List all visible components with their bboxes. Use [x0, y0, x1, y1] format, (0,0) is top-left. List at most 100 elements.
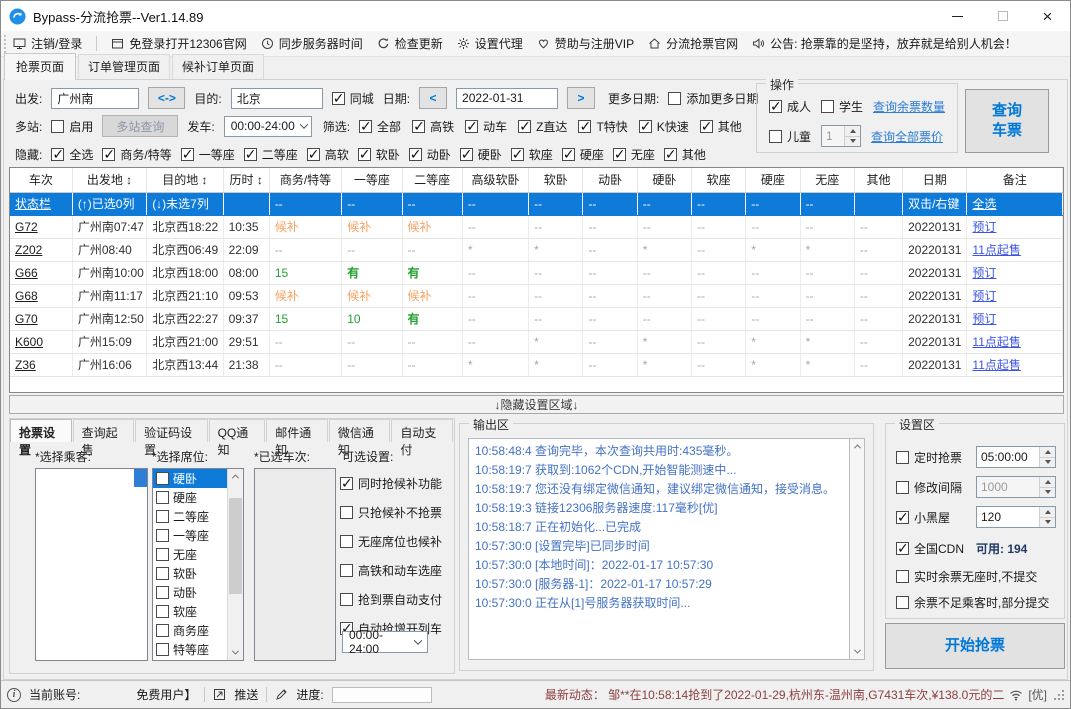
- passenger-list-scrollbar[interactable]: [134, 469, 147, 487]
- seat-option[interactable]: 硬卧: [153, 469, 227, 488]
- column-header[interactable]: 二等座: [402, 168, 463, 193]
- query-tickets-button[interactable]: 查询 车票: [965, 89, 1049, 153]
- scroll-down-arrow[interactable]: [228, 645, 243, 660]
- booking-link[interactable]: 11点起售: [966, 330, 1063, 354]
- interval-checkbox[interactable]: 修改间隔: [896, 479, 962, 496]
- scroll-up-arrow[interactable]: [228, 469, 243, 484]
- timed-grab-checkbox[interactable]: 定时抢票: [896, 449, 962, 466]
- status-row[interactable]: 状态栏 (↑)已选0列 (↓)未选7列 -- -- -- -- -- -- -- -- -- -- 双击/…: [10, 192, 1063, 216]
- column-header[interactable]: 出发地 ↕: [72, 168, 148, 193]
- multi-enable-checkbox[interactable]: 启用: [51, 118, 93, 135]
- train-type-checkbox[interactable]: T特快: [578, 118, 628, 135]
- column-header[interactable]: 无座: [800, 168, 855, 193]
- seat-option[interactable]: 硬座: [153, 488, 227, 507]
- date-next-button[interactable]: >: [567, 87, 596, 109]
- train-row[interactable]: Z202 广州08:40 北京西06:49 22:09 -- -- -- * * -- * -- * * -…: [10, 238, 1063, 262]
- close-button[interactable]: ×: [1025, 1, 1070, 31]
- column-header[interactable]: 备注: [966, 168, 1063, 193]
- hide-column-checkbox[interactable]: 一等座: [180, 146, 235, 163]
- spinner-buttons[interactable]: [1039, 447, 1055, 467]
- passenger-list[interactable]: [35, 468, 148, 661]
- train-number-link[interactable]: Z36: [10, 353, 73, 377]
- train-row[interactable]: G68 广州南11:17 北京西21:10 09:53 候补 候补 候补 -- -- -- -- --…: [10, 284, 1063, 308]
- page-tab[interactable]: 抢票页面: [4, 53, 77, 80]
- hide-column-checkbox[interactable]: 商务/特等: [102, 146, 172, 163]
- seat-option[interactable]: 一等座: [153, 526, 227, 545]
- booking-link[interactable]: 预订: [966, 215, 1063, 239]
- booking-link[interactable]: 预订: [966, 284, 1063, 308]
- seat-option[interactable]: 无座: [153, 545, 227, 564]
- scroll-thumb[interactable]: [229, 498, 242, 594]
- settings-tab[interactable]: QQ通知: [208, 419, 266, 457]
- grab-option-checkbox[interactable]: 抢到票自动支付: [340, 591, 452, 608]
- interval-spinner[interactable]: 1000: [976, 476, 1056, 498]
- column-header[interactable]: 目的地 ↕: [146, 168, 224, 193]
- spinner-buttons[interactable]: [1039, 477, 1055, 497]
- seat-list[interactable]: 硬卧 硬座 二等座 一等座 无座 软卧 动卧 软座 商务座 特等座: [152, 468, 244, 661]
- train-row[interactable]: Z36 广州16:06 北京西13:44 21:38 -- -- -- * * -- * -- * * --…: [10, 353, 1063, 377]
- child-count-spinner[interactable]: 1: [821, 125, 862, 147]
- train-number-link[interactable]: G66: [10, 261, 73, 285]
- toolbar-item[interactable]: 注销/登录: [13, 35, 82, 52]
- settings-tab[interactable]: 自动支付: [391, 419, 453, 457]
- hide-column-checkbox[interactable]: 硬座: [561, 146, 604, 163]
- dest-input[interactable]: 北京: [230, 87, 323, 109]
- same-city-checkbox[interactable]: 同城: [331, 90, 374, 107]
- toolbar-item[interactable]: 同步服务器时间: [261, 35, 363, 52]
- column-header[interactable]: 商务/特等: [269, 168, 343, 193]
- hide-column-checkbox[interactable]: 二等座: [243, 146, 298, 163]
- settings-tab[interactable]: 邮件通知: [266, 419, 328, 457]
- train-row[interactable]: G72 广州南07:47 北京西18:22 10:35 候补 候补 候补 -- -- -- -- --…: [10, 215, 1063, 239]
- seat-option[interactable]: 特等座: [153, 640, 227, 659]
- date-prev-button[interactable]: <: [419, 87, 448, 109]
- train-type-checkbox[interactable]: 全部: [359, 118, 401, 135]
- hide-column-checkbox[interactable]: 硬卧: [459, 146, 502, 163]
- column-header[interactable]: 硬座: [745, 168, 801, 193]
- grab-time-range-select[interactable]: 00:00-24:00: [342, 628, 428, 656]
- seat-list-scrollbar[interactable]: [227, 469, 243, 660]
- column-header[interactable]: 软座: [691, 168, 747, 193]
- scroll-up-arrow[interactable]: [850, 439, 864, 454]
- blacklist-spinner[interactable]: 120: [976, 506, 1056, 528]
- resize-grip[interactable]: [1054, 690, 1064, 700]
- column-header[interactable]: 动卧: [582, 168, 638, 193]
- train-number-link[interactable]: Z202: [10, 238, 73, 262]
- cdn-checkbox[interactable]: 全国CDN: [896, 540, 964, 557]
- hide-column-checkbox[interactable]: 全选: [51, 146, 93, 163]
- grab-option-checkbox[interactable]: 只抢候补不抢票: [340, 504, 452, 521]
- scroll-down-arrow[interactable]: [850, 644, 864, 659]
- hide-settings-divider[interactable]: ↓隐藏设置区域↓: [9, 395, 1064, 414]
- settings-tab[interactable]: 抢票设置: [10, 419, 72, 457]
- settings-tab[interactable]: 查询起售: [72, 419, 135, 457]
- train-number-link[interactable]: G68: [10, 284, 73, 308]
- selected-trains-list[interactable]: [254, 468, 336, 661]
- seat-option[interactable]: 软座: [153, 602, 227, 621]
- hide-column-checkbox[interactable]: 软卧: [357, 146, 400, 163]
- hide-column-checkbox[interactable]: 无座: [612, 146, 655, 163]
- multi-query-button[interactable]: 多站查询: [102, 115, 179, 137]
- column-header[interactable]: 高级软卧: [462, 168, 530, 193]
- grab-option-checkbox[interactable]: 同时抢候补功能: [340, 475, 452, 492]
- blacklist-checkbox[interactable]: 小黑屋: [896, 509, 950, 526]
- scroll-track[interactable]: [850, 454, 864, 644]
- train-type-checkbox[interactable]: 动车: [465, 118, 507, 135]
- column-header[interactable]: 软卧: [528, 168, 584, 193]
- output-scrollbar[interactable]: [849, 438, 865, 660]
- train-type-checkbox[interactable]: 其他: [699, 118, 742, 135]
- seat-option[interactable]: 动卧: [153, 583, 227, 602]
- train-type-checkbox[interactable]: K快速: [638, 118, 689, 135]
- train-number-link[interactable]: K600: [10, 330, 73, 354]
- column-header[interactable]: 日期: [902, 168, 968, 193]
- date-input[interactable]: 2022-01-31: [456, 87, 559, 109]
- select-all-link[interactable]: 全选: [966, 192, 1063, 216]
- column-header[interactable]: 历时 ↕: [223, 168, 270, 193]
- settings-tab[interactable]: 微信通知: [328, 419, 391, 457]
- output-log[interactable]: 10:58:48:4 查询完毕，本次查询共用时:435毫秒。 10:58:19:7…: [468, 438, 849, 660]
- train-number-link[interactable]: G72: [10, 215, 73, 239]
- depart-input[interactable]: 广州南: [51, 87, 140, 109]
- hide-column-checkbox[interactable]: 软座: [510, 146, 553, 163]
- timed-grab-time-spinner[interactable]: 05:00:00: [976, 446, 1056, 468]
- toolbar-item[interactable]: 公告: 抢票靠的是坚持，放弃就是给别人机会！: [752, 35, 1017, 52]
- hide-column-checkbox[interactable]: 高软: [306, 146, 349, 163]
- column-header[interactable]: 一等座: [341, 168, 403, 193]
